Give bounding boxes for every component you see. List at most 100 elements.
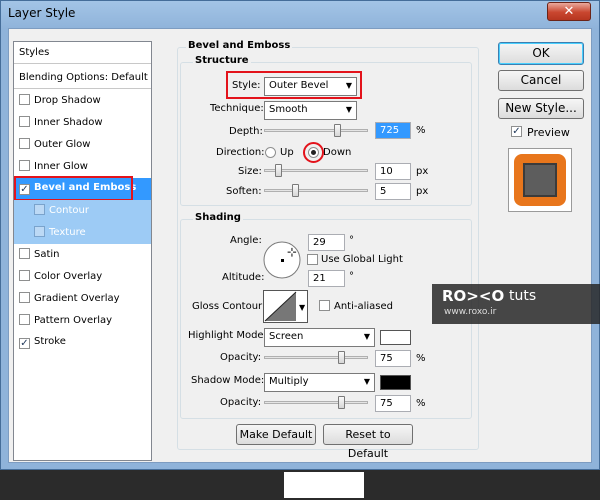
dropdown-arrow-icon: ▼ (363, 332, 370, 341)
style-checkbox[interactable] (19, 270, 30, 281)
depth-slider-track[interactable] (264, 129, 368, 132)
soften-label: Soften: (226, 186, 262, 197)
canvas-white-area (284, 472, 364, 498)
soften-unit: px (416, 186, 429, 197)
technique-label: Technique: (210, 103, 264, 114)
shadow-opacity-unit: % (416, 398, 426, 409)
watermark-suffix: tuts (509, 288, 537, 304)
highlight-mode-label: Highlight Mode: (188, 330, 267, 341)
preview-label: Preview (527, 126, 570, 139)
style-checkbox[interactable]: ✓ (19, 338, 30, 349)
direction-up-radio[interactable] (265, 147, 276, 158)
global-light-checkbox[interactable] (307, 254, 318, 265)
style-item-label: Gradient Overlay (34, 293, 120, 304)
style-item[interactable]: Contour (14, 200, 151, 222)
shadow-opacity-input[interactable]: 75 (375, 395, 411, 412)
technique-select[interactable]: Smooth ▼ (264, 101, 357, 120)
style-checkbox[interactable] (19, 116, 30, 127)
shadow-opacity-label: Opacity: (220, 397, 262, 408)
crosshair-icon: ⊹ (287, 245, 298, 259)
style-item-label: Satin (34, 249, 60, 260)
background-canvas (0, 470, 600, 500)
style-item-label: Contour (49, 205, 89, 216)
style-item-label: Stroke (34, 336, 66, 347)
anti-aliased-label: Anti-aliased (334, 301, 394, 312)
style-checkbox[interactable] (34, 204, 45, 215)
direction-highlight-ring (303, 142, 324, 163)
angle-input[interactable]: 29 (308, 234, 345, 251)
altitude-unit: ° (349, 271, 354, 282)
contour-curve-icon (264, 291, 297, 322)
size-slider-thumb[interactable] (275, 164, 282, 177)
selected-highlight-box (14, 176, 133, 201)
technique-select-value: Smooth (269, 104, 308, 115)
soften-input[interactable]: 5 (375, 183, 411, 200)
shadow-opacity-slider-thumb[interactable] (338, 396, 345, 409)
style-checkbox[interactable] (19, 248, 30, 259)
gloss-contour-label: Gloss Contour: (192, 301, 266, 312)
styles-header[interactable]: Styles (14, 42, 151, 64)
anti-aliased-checkbox[interactable] (319, 300, 330, 311)
close-button[interactable]: ✕ (547, 2, 591, 21)
watermark-overlay: RO><O tuts www.roxo.ir (432, 284, 600, 324)
shadow-color-swatch[interactable] (380, 375, 411, 390)
style-checkbox[interactable] (19, 138, 30, 149)
direction-down-label: Down (323, 147, 352, 158)
preview-checkbox[interactable]: ✓ (511, 126, 522, 137)
altitude-label: Altitude: (222, 272, 265, 283)
altitude-input[interactable]: 21 (308, 270, 345, 287)
ok-button[interactable]: OK (498, 42, 584, 65)
style-checkbox[interactable] (19, 160, 30, 171)
style-item[interactable]: Texture (14, 222, 151, 244)
highlight-opacity-slider-track[interactable] (264, 356, 368, 359)
highlight-opacity-input[interactable]: 75 (375, 350, 411, 367)
depth-input[interactable]: 725 (375, 122, 411, 139)
highlight-mode-value: Screen (269, 331, 304, 342)
size-input[interactable]: 10 (375, 163, 411, 180)
highlight-opacity-slider-thumb[interactable] (338, 351, 345, 364)
style-item-label: Inner Glow (34, 161, 88, 172)
reset-to-default-button[interactable]: Reset to Default (323, 424, 413, 460)
highlight-mode-select[interactable]: Screen ▼ (264, 328, 375, 347)
style-checkbox[interactable] (19, 292, 30, 303)
style-checkbox[interactable] (19, 94, 30, 105)
make-default-button[interactable]: Make Default (236, 424, 316, 445)
shadow-mode-label: Shadow Mode: (191, 375, 265, 386)
shadow-opacity-slider-track[interactable] (264, 401, 368, 404)
soften-slider-thumb[interactable] (292, 184, 299, 197)
dropdown-arrow-icon: ▼ (299, 303, 306, 312)
angle-unit: ° (349, 235, 354, 246)
dropdown-arrow-icon: ▼ (363, 377, 370, 386)
size-unit: px (416, 166, 429, 177)
style-item[interactable]: ✓ Stroke (14, 332, 151, 354)
cancel-button[interactable]: Cancel (498, 70, 584, 91)
structure-title: Structure (193, 55, 251, 66)
soften-slider-track[interactable] (264, 189, 368, 192)
style-item-label: Pattern Overlay (34, 315, 113, 326)
style-item[interactable]: Pattern Overlay (14, 310, 151, 332)
style-checkbox[interactable] (34, 226, 45, 237)
shadow-mode-select[interactable]: Multiply ▼ (264, 373, 375, 392)
depth-slider-thumb[interactable] (334, 124, 341, 137)
style-item[interactable]: Inner Glow (14, 156, 151, 178)
section-title: Bevel and Emboss (186, 40, 293, 51)
new-style-button[interactable]: New Style... (498, 98, 584, 119)
style-item[interactable]: Satin (14, 244, 151, 266)
style-item[interactable]: Inner Shadow (14, 112, 151, 134)
depth-unit: % (416, 125, 426, 136)
style-item-label: Outer Glow (34, 139, 91, 150)
style-item[interactable]: Gradient Overlay (14, 288, 151, 310)
style-checkbox[interactable] (19, 314, 30, 325)
gloss-contour-picker[interactable]: ▼ (263, 290, 308, 323)
title-bar[interactable]: Layer Style ✕ (0, 0, 600, 28)
style-item-label: Color Overlay (34, 271, 103, 282)
style-item[interactable]: Color Overlay (14, 266, 151, 288)
watermark-url: www.roxo.ir (444, 307, 497, 317)
blending-options-item[interactable]: Blending Options: Default (14, 67, 151, 89)
style-item[interactable]: Outer Glow (14, 134, 151, 156)
style-item[interactable]: Drop Shadow (14, 90, 151, 112)
preview-thumbnail (508, 148, 572, 212)
depth-label: Depth: (229, 126, 263, 137)
style-item-label: Texture (49, 227, 86, 238)
highlight-color-swatch[interactable] (380, 330, 411, 345)
